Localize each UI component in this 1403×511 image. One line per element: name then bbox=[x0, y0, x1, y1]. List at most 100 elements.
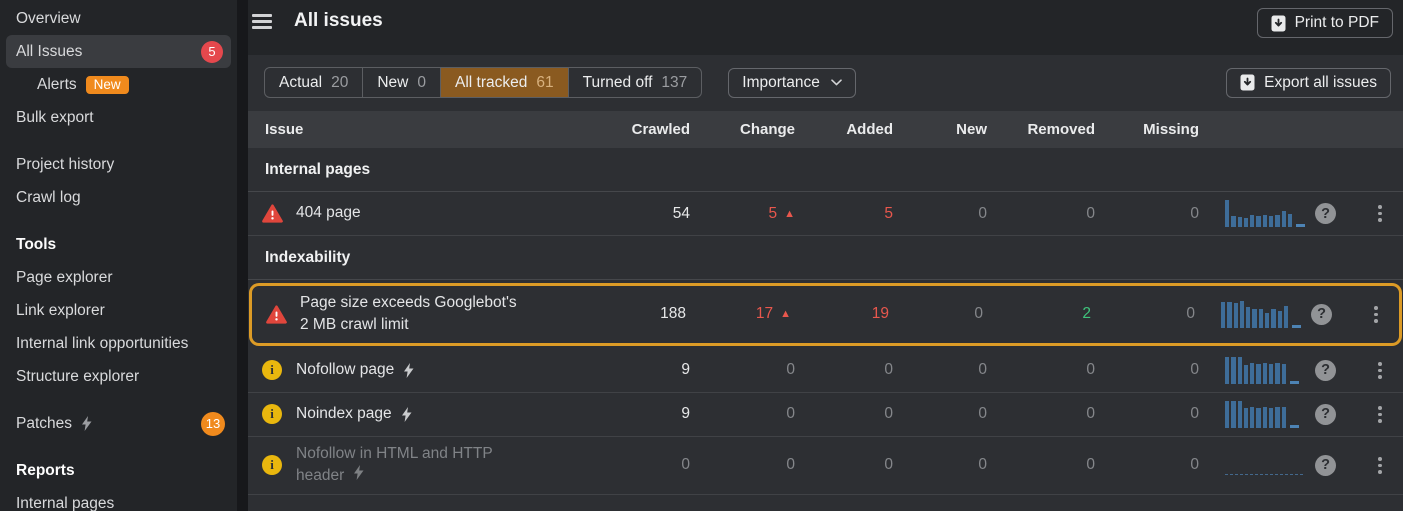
help-icon[interactable]: ? bbox=[1315, 403, 1336, 425]
sidebar-item-bulk-export[interactable]: Bulk export bbox=[0, 101, 237, 134]
removed-value: 0 bbox=[1086, 204, 1095, 222]
sidebar-item-overview[interactable]: Overview bbox=[0, 2, 237, 35]
patches-count-badge: 13 bbox=[201, 411, 225, 436]
new-value: 0 bbox=[978, 204, 987, 222]
row-menu-icon[interactable] bbox=[1368, 453, 1392, 478]
lightning-icon bbox=[403, 362, 414, 378]
sidebar-item-label: Alerts bbox=[37, 75, 77, 93]
button-label: Export all issues bbox=[1264, 73, 1377, 91]
issues-table: Issue Crawled Change Added New Removed M… bbox=[248, 111, 1403, 495]
added-value: 0 bbox=[884, 456, 893, 474]
sidebar-item-page-explorer[interactable]: Page explorer bbox=[0, 261, 237, 294]
column-header-missing: Missing bbox=[1143, 121, 1199, 138]
issues-toolbar: Actual 20 New 0 All tracked 61 Turned of… bbox=[248, 55, 1403, 111]
info-icon: i bbox=[262, 404, 282, 425]
row-menu-icon[interactable] bbox=[1368, 402, 1392, 427]
sidebar-item-project-history[interactable]: Project history bbox=[0, 148, 237, 181]
sidebar-item-label: Crawl log bbox=[16, 188, 81, 206]
sidebar-item-label: Page explorer bbox=[16, 268, 113, 286]
row-menu-icon[interactable] bbox=[1364, 302, 1388, 327]
removed-value: 0 bbox=[1086, 361, 1095, 379]
sidebar-item-internal-link-opportunities[interactable]: Internal link opportunities bbox=[0, 327, 237, 360]
download-document-icon bbox=[1240, 74, 1255, 91]
tab-all-tracked[interactable]: All tracked 61 bbox=[439, 68, 568, 97]
issue-row-404-page[interactable]: 404 page 54 5 ▲ 5 0 0 0 ? bbox=[248, 192, 1403, 236]
table-header-row: Issue Crawled Change Added New Removed M… bbox=[248, 111, 1403, 148]
issue-label: Nofollow page bbox=[296, 361, 395, 379]
help-icon[interactable]: ? bbox=[1315, 454, 1336, 476]
sidebar-item-crawl-log[interactable]: Crawl log bbox=[0, 181, 237, 214]
arrow-up-icon: ▲ bbox=[784, 207, 795, 220]
menu-toggle-icon[interactable] bbox=[252, 8, 272, 35]
help-icon[interactable]: ? bbox=[1315, 359, 1336, 381]
sidebar: Overview All Issues 5 Alerts New Bulk ex… bbox=[0, 0, 237, 511]
sidebar-heading-label: Reports bbox=[16, 461, 75, 479]
missing-value: 0 bbox=[1190, 405, 1199, 423]
issue-row-nofollow-html-http-header[interactable]: i Nofollow in HTML and HTTP header 0 0 0… bbox=[248, 437, 1403, 495]
tab-label: All tracked bbox=[454, 73, 528, 91]
sidebar-item-all-issues[interactable]: All Issues 5 bbox=[6, 35, 231, 68]
sidebar-item-label: Structure explorer bbox=[16, 367, 140, 385]
main-area: All issues Print to PDF Actual 20 New 0 … bbox=[248, 0, 1403, 511]
arrow-up-icon: ▲ bbox=[780, 308, 791, 321]
added-value: 19 bbox=[871, 305, 889, 323]
removed-value: 0 bbox=[1086, 456, 1095, 474]
issue-row-page-size-exceeds[interactable]: Page size exceeds Googlebot's 2 MB crawl… bbox=[249, 283, 1402, 346]
issue-label: 404 page bbox=[296, 204, 361, 222]
info-icon: i bbox=[262, 455, 282, 476]
issue-label: Page size exceeds Googlebot's 2 MB crawl… bbox=[300, 294, 517, 334]
info-icon: i bbox=[262, 360, 282, 381]
importance-dropdown[interactable]: Importance bbox=[728, 67, 856, 98]
crawled-value: 9 bbox=[681, 361, 690, 379]
missing-value: 0 bbox=[1190, 361, 1199, 379]
issues-count-badge: 5 bbox=[201, 40, 223, 63]
row-menu-icon[interactable] bbox=[1368, 201, 1392, 226]
row-menu-icon[interactable] bbox=[1368, 358, 1392, 383]
tab-count: 0 bbox=[417, 73, 426, 91]
sidebar-item-label: Internal link opportunities bbox=[16, 334, 189, 352]
change-value: 0 bbox=[786, 456, 795, 474]
history-sparkline bbox=[1225, 400, 1305, 428]
page-title: All issues bbox=[294, 10, 383, 31]
sidebar-item-link-explorer[interactable]: Link explorer bbox=[0, 294, 237, 327]
issue-row-noindex-page[interactable]: i Noindex page 9 0 0 0 0 0 ? bbox=[248, 393, 1403, 437]
chevron-down-icon bbox=[831, 79, 842, 86]
issues-filter-tabs: Actual 20 New 0 All tracked 61 Turned of… bbox=[264, 67, 703, 98]
tab-new[interactable]: New 0 bbox=[362, 68, 440, 97]
sidebar-heading-tools: Tools bbox=[0, 228, 237, 261]
change-value: 17 ▲ bbox=[755, 305, 791, 323]
new-value: 0 bbox=[978, 405, 987, 423]
sidebar-item-internal-pages[interactable]: Internal pages bbox=[0, 487, 237, 511]
lightning-icon bbox=[353, 465, 364, 481]
added-value: 0 bbox=[884, 405, 893, 423]
change-value: 5 ▲ bbox=[768, 204, 795, 222]
help-icon[interactable]: ? bbox=[1311, 303, 1332, 325]
export-all-issues-button[interactable]: Export all issues bbox=[1226, 67, 1391, 98]
tab-actual[interactable]: Actual 20 bbox=[265, 68, 362, 97]
issue-label: Nofollow in HTML and HTTP header bbox=[296, 444, 493, 485]
sidebar-item-patches[interactable]: Patches 13 bbox=[0, 407, 237, 440]
content-panel: Actual 20 New 0 All tracked 61 Turned of… bbox=[248, 55, 1403, 511]
issue-row-nofollow-page[interactable]: i Nofollow page 9 0 0 0 0 0 ? bbox=[248, 349, 1403, 393]
sidebar-item-structure-explorer[interactable]: Structure explorer bbox=[0, 360, 237, 393]
new-tag: New bbox=[85, 75, 129, 94]
tab-count: 20 bbox=[331, 73, 349, 91]
crawled-value: 54 bbox=[672, 204, 690, 222]
tab-count: 137 bbox=[661, 73, 688, 91]
new-value: 0 bbox=[978, 456, 987, 474]
lightning-icon bbox=[81, 416, 92, 431]
removed-value: 2 bbox=[1082, 305, 1091, 323]
change-value: 0 bbox=[786, 361, 795, 379]
tab-turned-off[interactable]: Turned off 137 bbox=[567, 68, 702, 97]
print-to-pdf-button[interactable]: Print to PDF bbox=[1256, 8, 1393, 38]
sidebar-item-alerts[interactable]: Alerts New bbox=[0, 68, 237, 101]
new-value: 0 bbox=[974, 305, 983, 323]
help-icon[interactable]: ? bbox=[1315, 203, 1336, 224]
history-sparkline-empty bbox=[1225, 456, 1303, 475]
sidebar-item-label: Project history bbox=[16, 155, 115, 173]
section-title-indexability: Indexability bbox=[248, 236, 1403, 280]
crawled-value: 9 bbox=[681, 405, 690, 423]
